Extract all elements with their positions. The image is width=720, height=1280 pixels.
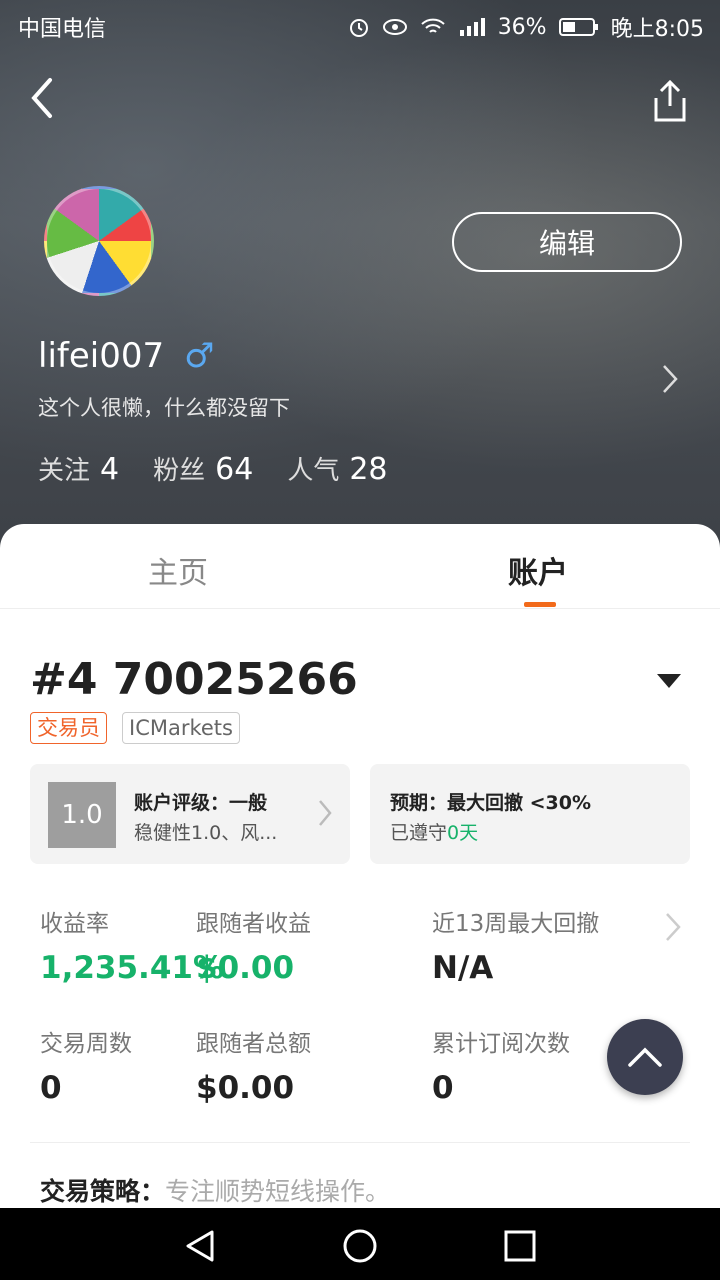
chevron-right-icon [666, 913, 681, 941]
nav-home-button[interactable] [340, 1226, 380, 1266]
metric-subscriptions: 累计订阅次数 0 [432, 1031, 570, 1106]
tab-account[interactable]: 账户 [508, 548, 568, 592]
rating-subtitle: 稳健性1.0、风... [134, 822, 278, 844]
rating-score: 1.0 [48, 782, 116, 848]
active-tab-indicator [524, 602, 556, 607]
tab-home[interactable]: 主页 [148, 548, 208, 592]
share-button[interactable] [650, 78, 690, 124]
nav-back-button[interactable] [180, 1226, 220, 1266]
carrier-label: 中国电信 [18, 17, 107, 42]
scroll-to-top-button[interactable] [607, 1019, 683, 1095]
metrics-details-link[interactable] [664, 910, 682, 944]
caret-down-icon [657, 674, 681, 688]
avatar[interactable] [44, 186, 154, 296]
circle-home-icon [343, 1229, 377, 1263]
metric-trading-weeks: 交易周数 0 [40, 1031, 132, 1106]
share-icon [654, 79, 686, 122]
status-bar: 中国电信 36% 晚上8:05 [0, 0, 720, 50]
following-stat[interactable]: 关注 4 [38, 450, 119, 487]
square-recents-icon [504, 1230, 536, 1262]
clock: 晚上8:05 [610, 17, 704, 42]
system-navigation-bar [0, 1208, 720, 1280]
account-selector-dropdown[interactable] [656, 672, 682, 690]
nav-recents-button[interactable] [500, 1226, 540, 1266]
followers-stat[interactable]: 粉丝 64 [153, 450, 253, 487]
profile-stats: 关注 4 粉丝 64 人气 28 [38, 450, 388, 487]
chevron-up-icon [628, 1047, 662, 1067]
eye-icon [382, 19, 407, 35]
expectation-title: 预期：最大回撤 <30% [390, 792, 592, 814]
popularity-stat: 人气 28 [287, 452, 388, 487]
expectation-subtitle: 已遵守0天 [390, 822, 479, 844]
wifi-icon [421, 18, 445, 33]
tab-bar: 主页 账户 [0, 524, 720, 609]
metric-follower-profit: 跟随者收益 $0.00 [196, 911, 311, 986]
divider [30, 1142, 690, 1143]
back-button[interactable] [24, 74, 64, 122]
alarm-icon [349, 19, 368, 37]
battery-icon [558, 18, 598, 36]
content-panel: 主页 账户 #4 70025266 交易员 ICMarkets 1.0 账户评级… [0, 524, 720, 1224]
battery-percent: 36% [497, 14, 547, 40]
expectation-card: 预期：最大回撤 <30% 已遵守0天 [370, 764, 690, 864]
metric-follower-total: 跟随者总额 $0.00 [196, 1031, 311, 1106]
trader-tag: 交易员 [30, 712, 107, 744]
triangle-back-icon [186, 1230, 214, 1262]
account-number: #4 70025266 [30, 654, 358, 705]
trading-strategy: 交易策略：专注顺势短线操作。 [40, 1177, 391, 1206]
chevron-left-icon [31, 78, 52, 118]
account-rating-card[interactable]: 1.0 账户评级：一般 稳健性1.0、风... [30, 764, 350, 864]
edit-profile-button[interactable]: 编辑 [452, 212, 682, 272]
chevron-right-icon [319, 800, 332, 826]
profile-details-link[interactable] [660, 362, 680, 396]
rating-title: 账户评级：一般 [134, 792, 268, 814]
signal-icon [459, 18, 485, 36]
username-row: lifei007 ♂ [38, 336, 215, 376]
metric-max-drawdown: 近13周最大回撤 N/A [432, 911, 600, 986]
username: lifei007 [38, 336, 165, 376]
male-gender-icon: ♂ [184, 336, 215, 376]
chevron-right-icon [663, 365, 678, 393]
broker-tag: ICMarkets [122, 712, 240, 744]
profile-bio: 这个人很懒，什么都没留下 [38, 396, 290, 420]
